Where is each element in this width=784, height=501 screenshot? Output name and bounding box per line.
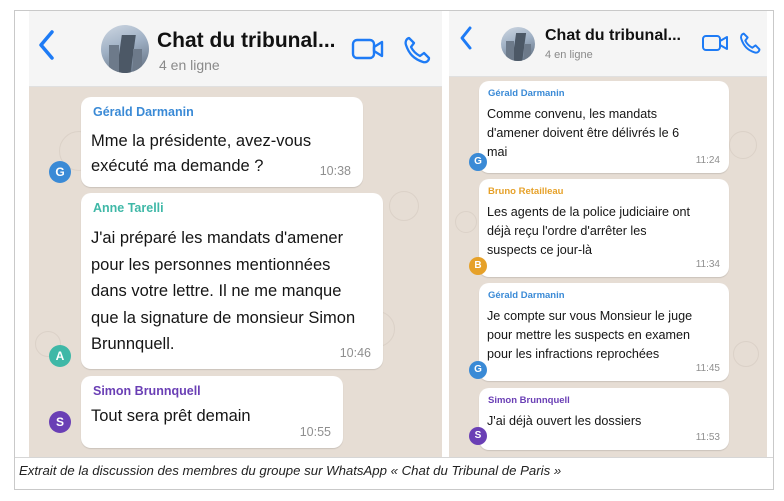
chevron-left-icon[interactable] [459,25,473,51]
message-sender: Bruno Retailleau [488,186,564,197]
message-bubble[interactable]: Simon Brunnquell Tout sera prêt demain 1… [81,376,343,448]
message-sender: Simon Brunnquell [93,384,201,398]
sender-avatar: S [49,411,71,433]
online-count: 4 en ligne [159,57,220,73]
message-sender: Simon Brunnquell [488,395,570,406]
message-sender: Gérald Darmanin [488,290,565,301]
message-bubble[interactable]: Simon Brunnquell J'ai déjà ouvert les do… [479,388,729,450]
message-time: 10:38 [319,164,351,178]
message-text: Mme la présidente, avez-vous exécuté ma … [91,132,312,175]
sender-avatar: G [469,361,487,379]
online-count: 4 en ligne [545,49,593,61]
chevron-left-icon[interactable] [37,29,55,61]
message-sender: Anne Tarelli [93,201,164,215]
chat-header: Chat du tribunal... 4 en ligne [29,11,442,87]
message-sender: Gérald Darmanin [93,105,194,119]
phone-icon[interactable] [403,35,431,70]
message-bubble[interactable]: Bruno Retailleau Les agents de la police… [479,179,729,277]
message-text: J'ai déjà ouvert les dossiers [487,414,642,428]
message-time: 10:46 [339,346,371,360]
message-text: Les agents de la police judiciaire ont d… [487,205,691,257]
sender-avatar: G [49,161,71,183]
message-time: 11:34 [695,259,720,270]
message-time: 11:24 [695,155,720,166]
phone-icon[interactable] [739,31,761,60]
message-text: J'ai préparé les mandats d'amener pour l… [91,229,356,353]
video-camera-icon[interactable] [351,37,385,66]
message-bubble[interactable]: Anne Tarelli J'ai préparé les mandats d'… [81,193,383,369]
message-sender: Gérald Darmanin [488,88,565,99]
figure-frame: Chat du tribunal... 4 en ligne Gérald Da… [14,10,774,490]
figure-caption: Extrait de la discussion des membres du … [19,463,562,478]
message-text: Je compte sur vous Monsieur le juge pour… [487,309,693,361]
sender-avatar: G [469,153,487,171]
caption-divider [15,457,773,458]
group-avatar[interactable] [501,27,535,61]
chat-title[interactable]: Chat du tribunal... [545,27,681,45]
sender-avatar: A [49,345,71,367]
message-text: Comme convenu, les mandats d'amener doiv… [487,107,680,159]
message-bubble[interactable]: Gérald Darmanin Je compte sur vous Monsi… [479,283,729,381]
video-camera-icon[interactable] [701,33,729,58]
chat-header: Chat du tribunal... 4 en ligne [449,11,767,77]
chat-title[interactable]: Chat du tribunal... [157,29,336,53]
group-avatar[interactable] [101,25,149,73]
chat-screenshot-right: Chat du tribunal... 4 en ligne Gérald Da… [449,11,767,457]
message-bubble[interactable]: Gérald Darmanin Comme convenu, les manda… [479,81,729,173]
message-text: Tout sera prêt demain [91,407,251,425]
message-bubble[interactable]: Gérald Darmanin Mme la présidente, avez-… [81,97,363,187]
sender-avatar: S [469,427,487,445]
message-time: 11:53 [695,432,720,443]
sender-avatar: B [469,257,487,275]
message-time: 10:55 [299,425,331,439]
chat-screenshot-left: Chat du tribunal... 4 en ligne Gérald Da… [29,11,442,457]
message-time: 11:45 [695,363,720,374]
